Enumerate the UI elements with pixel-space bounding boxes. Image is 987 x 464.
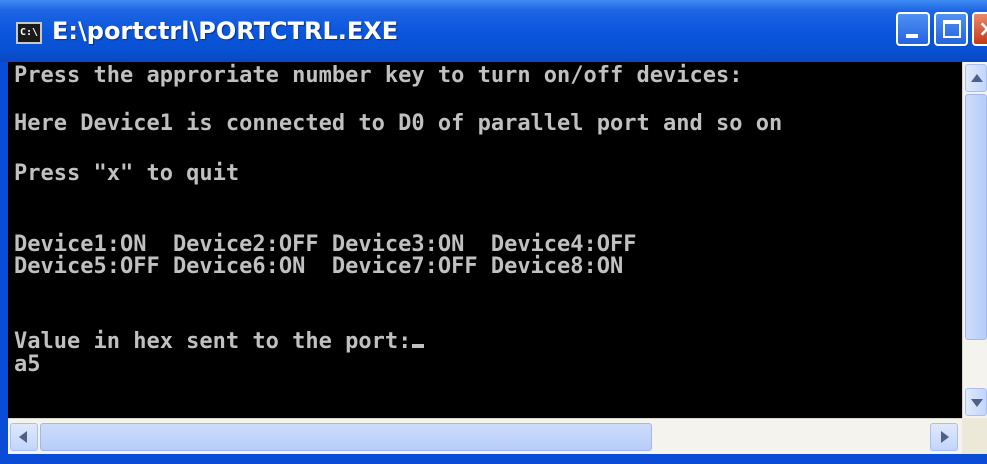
maximize-icon: [943, 20, 961, 38]
scroll-up-button[interactable]: [965, 64, 987, 92]
console-line-hex-prompt: Value in hex sent to the port:: [14, 329, 425, 354]
horizontal-scroll-thumb[interactable]: [40, 423, 652, 451]
console-output[interactable]: Press the approriate number key to turn …: [8, 62, 962, 418]
scroll-down-button[interactable]: [965, 388, 987, 416]
scroll-right-arrow-icon: [941, 431, 949, 443]
minimize-icon: [906, 34, 918, 38]
close-button[interactable]: ×: [972, 12, 987, 46]
maximize-button[interactable]: [934, 12, 968, 46]
console-line-quit-hint: Press "x" to quit: [14, 161, 240, 186]
window-bottom-border: [0, 454, 987, 464]
hex-prompt-label: Value in hex sent to the port:: [14, 329, 412, 354]
console-line-hex-value: a5: [14, 352, 41, 377]
horizontal-scrollbar[interactable]: [8, 418, 962, 454]
scroll-up-arrow-icon: [971, 74, 983, 82]
text-cursor: [412, 344, 425, 348]
console-icon[interactable]: C:\: [16, 22, 42, 44]
minimize-button[interactable]: [896, 12, 930, 46]
scroll-right-button[interactable]: [930, 423, 958, 451]
scroll-down-arrow-icon: [971, 399, 983, 407]
console-window: C:\ E:\portctrl\PORTCTRL.EXE × Press the…: [0, 0, 987, 464]
console-line-device-info: Here Device1 is connected to D0 of paral…: [14, 111, 783, 136]
title-bar[interactable]: C:\ E:\portctrl\PORTCTRL.EXE ×: [0, 0, 987, 62]
scroll-left-button[interactable]: [10, 423, 38, 451]
close-icon: ×: [978, 16, 987, 44]
vertical-scrollbar[interactable]: [962, 62, 987, 418]
console-line-devices-5-8: Device5:OFF Device6:ON Device7:OFF Devic…: [14, 254, 624, 279]
size-grip[interactable]: [962, 418, 987, 454]
window-title: E:\portctrl\PORTCTRL.EXE: [52, 17, 399, 45]
vertical-scroll-thumb[interactable]: [965, 94, 987, 340]
scroll-left-arrow-icon: [19, 431, 27, 443]
console-line-instructions: Press the approriate number key to turn …: [14, 63, 743, 88]
